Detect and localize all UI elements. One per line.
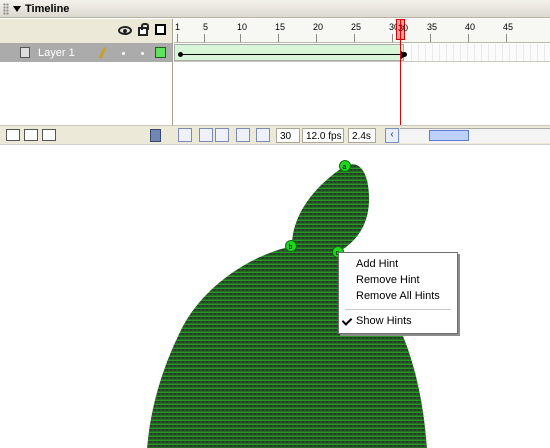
horizontal-scrollbar[interactable] [400, 128, 550, 143]
delete-layer-icon[interactable] [150, 129, 161, 142]
menu-item-show-hints[interactable]: Show Hints [339, 314, 457, 329]
visibility-dot-icon[interactable] [122, 52, 125, 55]
context-menu: Add Hint Remove Hint Remove All Hints Sh… [338, 252, 458, 334]
frame-ruler[interactable]: 1 5 10 15 20 25 30 35 40 45 [174, 19, 550, 43]
frame-rate-field[interactable]: 12.0 fps [302, 128, 344, 143]
center-frame-icon[interactable] [178, 128, 192, 142]
eye-icon[interactable] [118, 26, 132, 35]
ruler-label: 25 [351, 22, 362, 32]
elapsed-time-field[interactable]: 2.4s [348, 128, 376, 143]
shape-hint-label: b [289, 244, 293, 251]
playhead-line [400, 19, 401, 125]
ruler-label: 20 [313, 22, 324, 32]
flash-window: Timeline 1 5 10 15 20 25 30 35 40 45 Lay… [0, 0, 550, 448]
menu-separator [345, 309, 451, 310]
layer-color-icon[interactable] [155, 47, 166, 58]
stage-canvas[interactable]: a b c [0, 144, 550, 448]
ruler-label: 5 [203, 22, 209, 32]
lock-icon[interactable] [138, 23, 149, 36]
menu-item-remove-hint[interactable]: Remove Hint [339, 273, 457, 288]
insert-folder-icon[interactable] [42, 129, 56, 141]
current-frame-field[interactable]: 30 [276, 128, 300, 143]
frame-grid-empty-area [174, 62, 550, 125]
shape-hint-label: a [342, 164, 346, 171]
edit-multiple-frames-icon[interactable] [236, 128, 250, 142]
tween-arrow-line [183, 54, 403, 55]
add-motion-guide-icon[interactable] [24, 129, 38, 141]
layer-list-empty-area [0, 62, 173, 125]
scrollbar-thumb[interactable] [429, 130, 469, 141]
collapse-arrow-icon[interactable] [13, 5, 21, 12]
ruler-label: 40 [465, 22, 476, 32]
timeline-title: Timeline [25, 2, 70, 15]
lock-dot-icon[interactable] [141, 52, 144, 55]
ruler-label: 10 [237, 22, 248, 32]
timeline-status-bar: 30 12.0 fps 2.4s ‹ [0, 125, 550, 144]
empty-frames[interactable] [411, 44, 550, 61]
insert-layer-icon[interactable] [6, 129, 20, 141]
pencil-icon[interactable] [98, 46, 107, 60]
onion-outlines-icon[interactable] [215, 128, 229, 142]
layer-row[interactable]: Layer 1 [0, 43, 173, 62]
outline-icon[interactable] [155, 24, 166, 35]
ruler-label: 45 [503, 22, 514, 32]
keyframe-icon[interactable] [402, 52, 407, 57]
panel-grip[interactable] [3, 2, 9, 15]
layer-name: Layer 1 [38, 47, 75, 59]
frames-row[interactable] [174, 43, 550, 62]
chevron-left-icon[interactable]: ‹ [385, 128, 399, 143]
layer-header [0, 19, 173, 43]
timeline-panel-header[interactable]: Timeline [0, 0, 550, 18]
modify-onion-markers-icon[interactable] [256, 128, 270, 142]
shape-hint-svg[interactable]: a b c [0, 145, 550, 448]
ruler-label: 15 [275, 22, 286, 32]
page-icon [20, 47, 30, 58]
ruler-label: 35 [427, 22, 438, 32]
motion-tween-span[interactable] [174, 44, 407, 61]
menu-item-remove-all-hints[interactable]: Remove All Hints [339, 289, 457, 304]
onion-skin-icon[interactable] [199, 128, 213, 142]
ruler-label: 1 [175, 22, 181, 32]
menu-item-add-hint[interactable]: Add Hint [339, 257, 457, 272]
